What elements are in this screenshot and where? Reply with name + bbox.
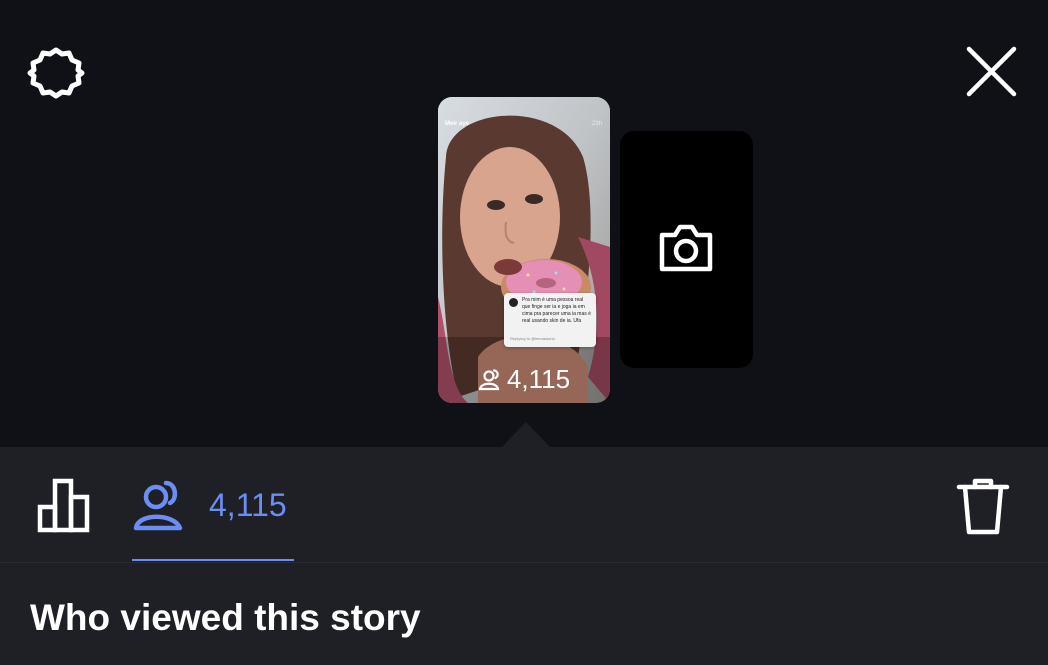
- story-viewer-count: 4,115: [438, 364, 610, 395]
- viewers-tabbar: 4,115: [0, 447, 1048, 563]
- viewers-icon: [133, 480, 183, 531]
- active-tab-indicator: [132, 559, 294, 561]
- gear-icon: [27, 47, 85, 99]
- reply-meta: Replying to @lennastoria: [510, 336, 555, 341]
- settings-button[interactable]: [27, 44, 85, 102]
- reply-text: Pra mim é uma pessoa real que finge ser …: [522, 297, 591, 324]
- add-story-card[interactable]: [620, 131, 753, 368]
- close-button[interactable]: [962, 43, 1020, 101]
- story-reply-sticker: Pra mim é uma pessoa real que finge ser …: [504, 293, 596, 347]
- story-timestamp: 23h: [591, 121, 602, 127]
- story-username: Meir aye: [445, 121, 470, 127]
- story-preview-area: Meir aye 23h Pra mim é uma pessoa real q…: [0, 0, 1048, 447]
- viewers-icon: [478, 368, 500, 390]
- story-viewer-count-text: 4,115: [506, 364, 571, 394]
- story-viewer-screen: Meir aye 23h Pra mim é uma pessoa real q…: [0, 0, 1048, 665]
- close-icon: [966, 46, 1017, 97]
- story-thumbnail[interactable]: Meir aye 23h Pra mim é uma pessoa real q…: [438, 97, 610, 403]
- reply-avatar: [509, 298, 518, 307]
- trash-icon: [956, 478, 1010, 535]
- camera-icon: [659, 224, 713, 272]
- selection-pointer: [502, 422, 550, 447]
- insights-tab[interactable]: [34, 477, 96, 533]
- delete-story-button[interactable]: [955, 477, 1011, 537]
- viewers-count: 4,115: [209, 487, 287, 523]
- bar-chart-icon: [37, 478, 90, 533]
- section-title: Who viewed this story: [30, 597, 421, 638]
- story-photo: [438, 97, 610, 403]
- viewers-sheet: 4,115 Who viewed this story: [0, 447, 1048, 665]
- viewers-tab[interactable]: 4,115: [132, 471, 294, 563]
